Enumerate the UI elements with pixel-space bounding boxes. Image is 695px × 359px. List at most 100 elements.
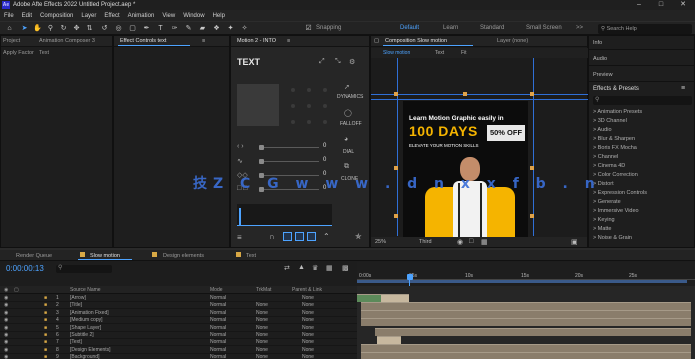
layer-name[interactable]: [Shape Layer] <box>70 325 101 331</box>
clone-icon[interactable]: ⧉ <box>344 163 349 171</box>
layer-bar[interactable] <box>375 328 691 336</box>
layer-name[interactable]: [Arrow] <box>70 295 86 301</box>
layer-name[interactable]: [Animation Fixed] <box>70 310 109 316</box>
lock-icon[interactable]: ▢ <box>374 38 379 44</box>
pin-tool-icon[interactable]: ✧ <box>240 24 249 33</box>
trkmat-header[interactable]: TrkMat <box>256 287 271 293</box>
brush-tool-icon[interactable]: ✑ <box>170 24 179 33</box>
tab-design-elements[interactable]: Design elements <box>163 253 204 259</box>
anchor-dot[interactable] <box>291 88 295 92</box>
layer-mode[interactable]: Normal <box>210 332 226 338</box>
layer-search-input[interactable]: ⚲ <box>56 265 112 273</box>
layer-bar[interactable] <box>381 294 409 302</box>
dynamics-icon[interactable]: ➚ <box>344 83 350 91</box>
anchor-dot[interactable] <box>291 104 295 108</box>
eye-icon[interactable]: ◉ <box>4 347 8 353</box>
layer-mode[interactable]: Normal <box>210 347 226 353</box>
text-subtab[interactable]: Text <box>39 50 49 56</box>
eye-icon[interactable]: ◉ <box>4 354 8 359</box>
tab-layer[interactable]: Layer (none) <box>497 38 528 44</box>
poster-frame[interactable]: Learn Motion Graphic easily in 100 DAYS … <box>403 101 528 241</box>
layer-mode[interactable]: Normal <box>210 354 226 359</box>
layer-color-label[interactable]: ■ <box>44 317 47 323</box>
dial-label[interactable]: DIAL <box>343 149 354 155</box>
home-icon[interactable]: ⌂ <box>5 24 14 33</box>
workspace-more[interactable]: >> <box>576 25 583 31</box>
layer-name[interactable]: [Subtitle 2] <box>70 332 94 338</box>
guide-line[interactable] <box>533 58 534 236</box>
transform-handle[interactable] <box>463 92 467 96</box>
expand-icon[interactable]: ⤢ <box>319 58 325 66</box>
effect-category[interactable]: > Matte <box>593 226 612 232</box>
effect-category[interactable]: > Boris FX Mocha <box>593 145 637 151</box>
eraser-tool-icon[interactable]: ▰ <box>198 24 207 33</box>
layer-parent[interactable]: None <box>302 302 314 308</box>
tab-project[interactable]: Project <box>3 38 20 44</box>
preview-thumbnail[interactable] <box>237 84 279 126</box>
region-icon[interactable]: □ <box>469 238 473 245</box>
menu-layer[interactable]: Layer <box>77 13 100 19</box>
align-left-button[interactable] <box>283 232 292 241</box>
eye-icon[interactable]: ◉ <box>4 325 8 331</box>
guide-line[interactable] <box>371 94 589 95</box>
layer-trkmat[interactable]: None <box>256 332 268 338</box>
anchor-dot[interactable] <box>323 104 327 108</box>
anchor-dot[interactable] <box>323 88 327 92</box>
subtab-fit[interactable]: Fit <box>461 50 467 56</box>
layer-color-label[interactable]: ■ <box>44 347 47 353</box>
dial-icon[interactable]: ◕ <box>344 136 348 143</box>
effect-category[interactable]: > Blur & Sharpen <box>593 136 635 142</box>
layer-mode[interactable]: Normal <box>210 295 226 301</box>
motion-graph[interactable] <box>237 204 332 226</box>
eye-icon[interactable]: ◉ <box>4 317 8 323</box>
falloff-icon[interactable]: ◯ <box>344 109 352 117</box>
tab-animation-composer[interactable]: Animation Composer 3 <box>39 38 95 44</box>
layer-color-label[interactable]: ■ <box>44 354 47 359</box>
clone-stamp-tool-icon[interactable]: ✎ <box>184 24 193 33</box>
anchor-dot[interactable] <box>323 120 327 124</box>
settings-icon[interactable]: ⚙ <box>349 58 355 66</box>
snapping-checkbox[interactable]: ☑ <box>304 24 313 33</box>
layer-trkmat[interactable]: None <box>256 317 268 323</box>
minimize-button[interactable]: – <box>628 0 650 10</box>
frame-blending-icon[interactable]: ▦ <box>326 264 333 272</box>
layer-name[interactable]: [Medium copy] <box>70 317 103 323</box>
panel-menu-icon[interactable]: ≡ <box>287 38 290 44</box>
effect-category[interactable]: > Generate <box>593 199 621 205</box>
layer-mode[interactable]: Normal <box>210 302 226 308</box>
graph-editor-icon[interactable]: ▩ <box>342 264 349 272</box>
slider-thumb[interactable] <box>259 159 264 164</box>
grid-icon[interactable]: ▦ <box>481 238 488 246</box>
slider-track[interactable] <box>261 161 319 162</box>
layer-trkmat[interactable]: None <box>256 354 268 359</box>
layer-color-label[interactable]: ■ <box>44 332 47 338</box>
time-ruler[interactable]: 0:00s 05s 10s 15s 20s 25s <box>357 262 695 286</box>
panel-menu-icon[interactable]: ≡ <box>202 38 205 44</box>
anchor-dot[interactable] <box>291 120 295 124</box>
layer-bar[interactable] <box>361 318 691 326</box>
effect-category[interactable]: > Channel <box>593 154 618 160</box>
menu-file[interactable]: File <box>0 13 18 19</box>
anchor-dot[interactable] <box>307 88 311 92</box>
parent-link-header[interactable]: Parent & Link <box>292 287 322 293</box>
eye-icon[interactable]: ◉ <box>4 287 8 293</box>
lock-icon[interactable]: ▢ <box>14 287 19 293</box>
layer-mode[interactable]: Normal <box>210 325 226 331</box>
menu-edit[interactable]: Edit <box>18 13 36 19</box>
effect-category[interactable]: > 3D Channel <box>593 118 627 124</box>
layer-parent[interactable]: None <box>302 310 314 316</box>
hand-tool-icon[interactable]: ✋ <box>33 24 42 33</box>
dynamics-label[interactable]: DYNAMICS <box>337 94 363 100</box>
layer-parent[interactable]: None <box>302 317 314 323</box>
effect-category[interactable]: > Keying <box>593 217 615 223</box>
menu-effect[interactable]: Effect <box>100 13 123 19</box>
eye-icon[interactable]: ◉ <box>4 302 8 308</box>
layer-name[interactable]: [Text] <box>70 339 82 345</box>
slider-value[interactable]: 0 <box>323 143 326 149</box>
falloff-label[interactable]: FALLOFF <box>340 121 362 127</box>
work-area-bar[interactable] <box>357 280 687 283</box>
eye-icon[interactable]: ◉ <box>4 339 8 345</box>
transform-handle[interactable] <box>394 166 398 170</box>
layer-parent[interactable]: None <box>302 339 314 345</box>
zoom-dropdown[interactable]: 25% <box>375 239 386 245</box>
